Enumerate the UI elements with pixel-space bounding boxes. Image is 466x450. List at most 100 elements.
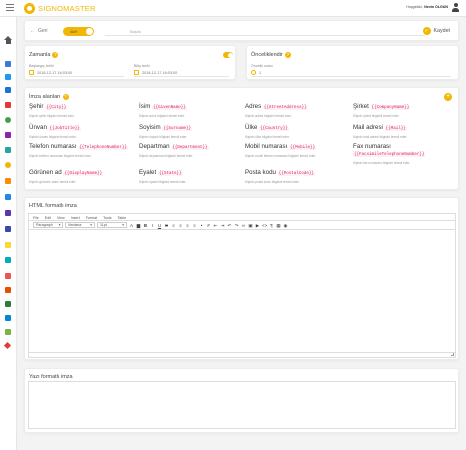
start-date-field[interactable]: 2018-12-17 16:03:00 — [29, 69, 124, 77]
media-icon[interactable]: ▶ — [255, 223, 260, 228]
menu-insert[interactable]: Insert — [71, 216, 80, 221]
sidebar-calendar-icon[interactable] — [5, 132, 11, 138]
sidebar-settings-icon[interactable] — [5, 162, 11, 168]
menu-table[interactable]: Table — [118, 216, 127, 221]
outdent-icon[interactable]: ⇤ — [213, 223, 218, 228]
field-description: Kişinin adres bilgisini temsil eder. — [245, 114, 292, 118]
active-toggle[interactable]: Aktif — [63, 27, 94, 36]
help-icon[interactable]: ? — [62, 94, 69, 100]
priority-input[interactable]: 1 — [251, 69, 451, 77]
signature-field-item[interactable]: Telefon numarası {{TelephoneNumber}} Kişi… — [29, 143, 135, 158]
user-avatar-icon[interactable] — [451, 3, 460, 13]
sidebar-document-icon[interactable] — [5, 61, 11, 67]
sidebar-table-icon[interactable] — [5, 301, 11, 307]
numbered-list-icon[interactable]: # — [206, 223, 211, 228]
signature-field-item[interactable]: Mobil numarası {{Mobile}} Kişinin mobil t… — [245, 143, 351, 158]
signature-field-item[interactable]: Eyalet {{State}} Kişinin eyalet bilgisini… — [139, 169, 245, 184]
field-name: Mail adresi — [353, 124, 383, 131]
schedule-toggle[interactable] — [223, 52, 233, 58]
align-right-icon[interactable]: ≡ — [185, 223, 190, 228]
strikethrough-icon[interactable]: S — [164, 223, 169, 228]
menu-format[interactable]: Format — [86, 216, 97, 221]
table-icon[interactable]: ▦ — [276, 223, 281, 228]
app-logo[interactable]: SIGNOMASTER — [24, 3, 96, 14]
sidebar-store-icon[interactable] — [5, 287, 11, 293]
help-icon[interactable]: ? — [52, 52, 59, 58]
signature-field-item[interactable]: Fax numarası {{FacsimileTelephoneNumber}… — [353, 143, 459, 165]
signature-field-item[interactable]: Ünvan {{JobTitle}} Kişinin ünvan bilgisin… — [29, 124, 135, 139]
text-signature-textarea[interactable] — [28, 381, 456, 429]
sidebar-bell-icon[interactable] — [5, 210, 11, 216]
field-name-row: Fax numarası {{FacsimileTelephoneNumber}… — [353, 143, 459, 159]
sidebar-users-icon[interactable] — [5, 74, 11, 80]
sidebar-user-icon[interactable] — [5, 87, 11, 93]
signature-field-item[interactable]: Departman {{Department}} Kişinin departma… — [139, 143, 245, 158]
sidebar-globe-icon[interactable] — [5, 117, 11, 123]
paragraph-icon[interactable]: ¶ — [269, 223, 274, 228]
sidebar-star-icon[interactable] — [5, 242, 11, 248]
sidebar-wifi-icon[interactable] — [5, 226, 11, 232]
signature-field-item[interactable]: Görünen ad {{DisplayName}} Kişinin görüne… — [29, 169, 135, 184]
editor-content-area[interactable] — [29, 231, 455, 353]
menu-edit[interactable]: Edit — [45, 216, 51, 221]
link-icon[interactable]: ∞ — [241, 223, 246, 228]
code-icon[interactable]: <> — [262, 223, 267, 228]
signature-field-item[interactable]: Mail adresi {{Mail}} Kişinin mail adresi … — [353, 124, 459, 139]
home-icon[interactable] — [4, 36, 13, 44]
align-left-icon[interactable]: ≡ — [171, 223, 176, 228]
align-justify-icon[interactable]: ≡ — [192, 223, 197, 228]
signature-field-item[interactable]: Şehir {{City}} Kişinin şehir bilgisini te… — [29, 103, 135, 118]
sidebar-list-icon[interactable] — [5, 257, 11, 263]
field-code: {{PostalCode}} — [277, 172, 315, 176]
title-input[interactable]: Başlık — [105, 27, 425, 36]
bullet-list-icon[interactable]: • — [199, 223, 204, 228]
sidebar-cloud-icon[interactable] — [5, 315, 11, 321]
undo-icon[interactable]: ↶ — [227, 223, 232, 228]
sidebar-link-icon[interactable] — [5, 329, 11, 335]
sidebar-mail-icon[interactable] — [5, 178, 11, 184]
size-select[interactable]: 11pt ▾ — [97, 222, 127, 228]
logo-icon — [24, 3, 35, 14]
sidebar-image-icon[interactable] — [5, 273, 11, 279]
save-button[interactable]: ✓ Kaydet — [422, 27, 451, 35]
signature-field-item[interactable]: İsim {{GivenName}} Kişinin adını bilgisin… — [139, 103, 245, 118]
field-code: {{TelephoneNumber}} — [78, 146, 128, 150]
sidebar-chart-icon[interactable] — [5, 147, 11, 153]
field-description: Kişinin eyalet bilgisini temsil eder. — [139, 180, 187, 184]
italic-icon[interactable]: I — [150, 223, 155, 228]
align-center-icon[interactable]: ≡ — [178, 223, 183, 228]
field-name: Mobil numarası — [245, 143, 288, 150]
sidebar-close-icon[interactable] — [3, 341, 12, 350]
hamburger-menu-icon[interactable] — [6, 4, 14, 11]
text-signature-title: Yazı formatlı imza — [29, 374, 73, 380]
sidebar-office-icon[interactable] — [5, 102, 11, 108]
signature-field-item[interactable]: Adres {{StreetAddress}} Kişinin adres bil… — [245, 103, 351, 118]
preview-icon[interactable]: ◉ — [283, 223, 288, 228]
text-signature-panel: Yazı formatlı imza — [24, 368, 459, 433]
font-select-value: Verdana — [68, 223, 82, 227]
sidebar-tag-icon[interactable] — [5, 194, 11, 200]
field-name: Görünen ad — [29, 169, 62, 176]
signature-field-item[interactable]: Posta kodu {{PostalCode}} Kişinin posta k… — [245, 169, 351, 184]
bold-icon[interactable]: B — [143, 223, 148, 228]
end-date-field[interactable]: 2018-12-17 16:03:00 — [134, 69, 229, 77]
menu-view[interactable]: View — [57, 216, 65, 221]
highlight-icon[interactable]: ▆ — [136, 223, 141, 228]
signature-field-item[interactable]: Şirket {{CompanyName}} Kişinin şirket bil… — [353, 103, 459, 118]
image-icon[interactable]: ▣ — [248, 223, 253, 228]
format-select[interactable]: Paragraph ▾ — [33, 222, 63, 228]
indent-icon[interactable]: ⇥ — [220, 223, 225, 228]
signature-field-item[interactable]: Ülke {{Country}} Kişinin ülke bilgisini t… — [245, 124, 351, 139]
menu-file[interactable]: File — [33, 216, 39, 221]
signature-field-item[interactable]: Soyisim {{Surname}} Kişinin soyadı bilgis… — [139, 124, 245, 139]
text-color-icon[interactable]: A — [129, 223, 134, 228]
redo-icon[interactable]: ↷ — [234, 223, 239, 228]
underline-icon[interactable]: U — [157, 223, 162, 228]
back-button[interactable]: ← Geri — [30, 28, 47, 34]
resize-handle-icon[interactable] — [451, 353, 454, 356]
font-select[interactable]: Verdana ▾ — [65, 222, 95, 228]
save-label: Kaydet — [433, 28, 451, 34]
help-icon[interactable]: ? — [284, 52, 291, 58]
add-field-button[interactable]: + — [444, 93, 452, 101]
menu-tools[interactable]: Tools — [103, 216, 111, 221]
